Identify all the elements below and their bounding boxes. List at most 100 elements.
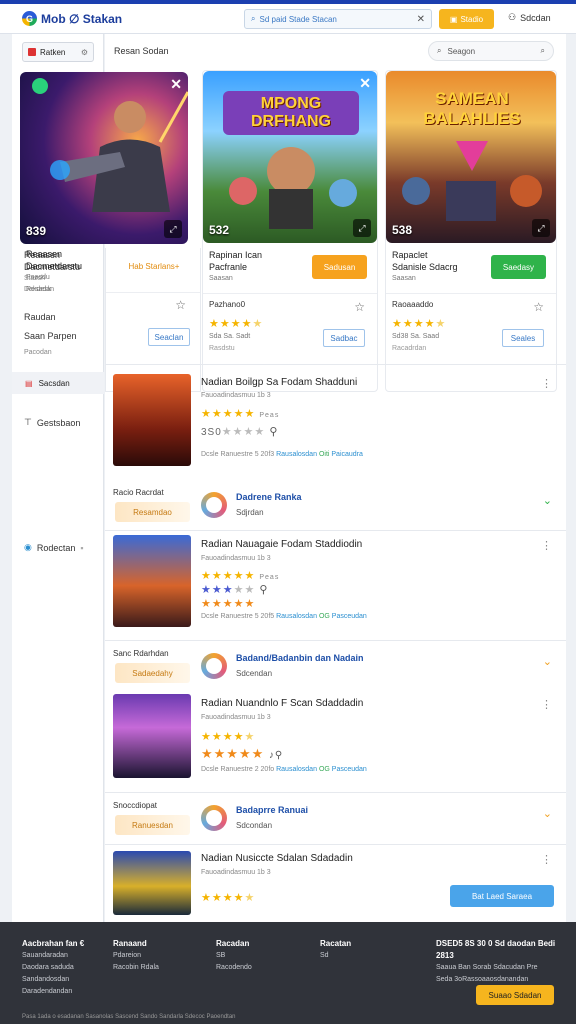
- list-item[interactable]: Radian Nauagaie Fodam Staddiodin Fauoadi…: [105, 530, 566, 640]
- main-panel: Resan Sodan ⌕ Seagon ⌕ 839 ⤢ ✕ Reaasen Da: [20, 34, 566, 922]
- star-rating: ★★★★★: [201, 731, 256, 743]
- chevron-down-icon[interactable]: ⌄: [543, 494, 552, 507]
- more-icon[interactable]: ⋮: [541, 698, 552, 711]
- pin-icon: ⚲: [269, 426, 279, 438]
- group-sub: Sdcendan: [236, 669, 273, 678]
- app-logo[interactable]: G Mob ∅ Stakan: [22, 11, 122, 26]
- bookmark-icon[interactable]: ☆: [175, 298, 186, 312]
- sidebar-filter[interactable]: Ratken ⚙: [22, 42, 94, 62]
- group-header[interactable]: Racio Racrdat Resamdao Dadrene Ranka Sdj…: [105, 480, 566, 532]
- more-icon[interactable]: ⋮: [541, 377, 552, 390]
- card-action-button[interactable]: Sadusan: [312, 255, 367, 279]
- card-meta: Sd38 Sa. Saad: [392, 333, 440, 340]
- group-tag[interactable]: Ranuesdan: [115, 815, 190, 835]
- game-thumbnail[interactable]: 839 ⤢ ✕: [20, 72, 188, 244]
- clear-icon[interactable]: ✕: [417, 14, 425, 25]
- star-rating: ★★★★★: [392, 318, 447, 330]
- row-title: Radian Nuandnlo F Scan Sdaddadin: [201, 698, 364, 709]
- row-meta: Dcsle Ranuestre 5 20f5 Rausalosdan OG Pa…: [201, 613, 367, 620]
- star-rating-alt: ★★★★★: [201, 598, 256, 610]
- card-label: Raoaaaddo: [392, 300, 434, 309]
- group-header[interactable]: Snoccdiopat Ranuesdan Badaprre Ranuai Sd…: [105, 792, 566, 844]
- game-thumbnail[interactable]: MPONG DRFHANG 532 ⤢ ✕: [203, 71, 377, 243]
- sidebar-item-label: Rodectan: [36, 542, 76, 553]
- row-meta: Dcsle Ranuestre 2 20fo Rausalosdan OG Pa…: [201, 766, 367, 773]
- list-item[interactable]: Nadian Boilgp Sa Fodam Shadduni Fauoadin…: [105, 364, 566, 478]
- card-name: Reaasen Dacmetdarstu: [26, 249, 83, 271]
- close-icon[interactable]: ✕: [359, 75, 371, 92]
- card-name: Rapinan Ican Pacfranle: [209, 250, 263, 272]
- footer-button[interactable]: Suaao Sdadan: [476, 985, 554, 1005]
- game-thumbnail[interactable]: [113, 851, 191, 915]
- more-icon[interactable]: ⋮: [541, 853, 552, 866]
- search-icon: ⌕: [251, 14, 256, 23]
- sidebar-item-gestsbaon[interactable]: ⊤ Gestsbaon: [24, 417, 80, 428]
- star-rating: ★★★★★: [201, 892, 256, 904]
- featured-card[interactable]: SAMEAN BALAHLIES 538 ⤢ Rapaclet Sdanisle …: [385, 70, 557, 392]
- magnifier-icon[interactable]: ⌕: [541, 46, 545, 56]
- sidebar-item-rodectan[interactable]: ◉ Rodectan ▪: [24, 542, 84, 553]
- logo-icon: G: [22, 11, 37, 26]
- footer-col: DSED5 8S 30 0 Sd daodan Bedi 2813 Saaua …: [436, 939, 556, 983]
- footer: Aacbrahan fan € Sauandaradan Daodara sad…: [0, 922, 576, 1024]
- row-sub: Fauoadindasmuu 1b 3: [201, 555, 271, 562]
- card-label: Pazhano0: [209, 300, 246, 309]
- pin-icon: ⊤: [24, 417, 32, 427]
- game-thumbnail[interactable]: [113, 535, 191, 627]
- global-search-input[interactable]: ⌕ Sd paid Stade Stacan ✕: [244, 9, 432, 29]
- footer-col: Ranaand Pdareion Racobin Rdala: [113, 939, 159, 971]
- group-title: Dadrene Ranka: [236, 492, 302, 502]
- card-small-button[interactable]: Sadbac: [323, 329, 365, 347]
- footer-legal: Pasa 1ada o esadanan Sasanolas Sascend S…: [22, 1014, 236, 1020]
- bookmark-icon[interactable]: ☆: [354, 300, 365, 314]
- row-sub: Fauoadindasmuu 1b 3: [201, 714, 271, 721]
- score-label: 538: [392, 223, 413, 237]
- app-title: Mob ∅ Stakan: [41, 11, 123, 26]
- expand-icon[interactable]: ⤢: [164, 220, 182, 238]
- star-rating: ★★★★★ Peas: [201, 408, 280, 420]
- more-icon[interactable]: ⋮: [541, 539, 552, 552]
- game-thumbnail[interactable]: [113, 374, 191, 466]
- header-action-button[interactable]: ▣ Stadio: [439, 9, 494, 29]
- row-title: Radian Nauagaie Fodam Staddiodin: [201, 539, 363, 550]
- list-item[interactable]: Nadian Nusiccte Sdalan Sdadadin Fauoadin…: [105, 844, 566, 922]
- app-header: G Mob ∅ Stakan ⌕ Sd paid Stade Stacan ✕ …: [0, 4, 576, 34]
- sidebar-item-label: Gestsbaon: [36, 417, 81, 428]
- game-thumbnail[interactable]: [113, 694, 191, 778]
- sliders-icon: ⚙: [80, 47, 88, 57]
- bookmark-icon[interactable]: ☆: [533, 300, 544, 314]
- star-rating: ★★★★★ Peas: [201, 570, 280, 582]
- row-action-button[interactable]: Bat Laed Saraea: [450, 885, 554, 907]
- divider: [203, 293, 377, 294]
- card-small-button[interactable]: Seaclan: [148, 328, 190, 346]
- card-sub: Poasdu: [26, 274, 50, 281]
- user-menu[interactable]: ⚇ Sdcdan: [508, 12, 551, 23]
- featured-card[interactable]: MPONG DRFHANG 532 ⤢ ✕ Rapinan Ican Pacfra…: [202, 70, 378, 392]
- main-search-input[interactable]: ⌕ Seagon ⌕: [428, 41, 554, 61]
- expand-icon[interactable]: ⤢: [353, 219, 371, 237]
- group-tag[interactable]: Sadaedahy: [115, 663, 190, 683]
- badge-icon: [201, 492, 227, 518]
- divider: [106, 292, 200, 293]
- card-sub: Saasan: [392, 275, 416, 282]
- hero-figure-icon: [32, 78, 188, 212]
- game-thumbnail[interactable]: SAMEAN BALAHLIES 538 ⤢: [386, 71, 556, 243]
- badge-icon: ▪: [80, 542, 84, 553]
- star-rating-alt: ★★★★★ ♪⚲: [201, 746, 284, 761]
- footer-col: Racatan Sd: [320, 939, 352, 959]
- chevron-down-icon[interactable]: ⌄: [543, 807, 552, 820]
- group-header[interactable]: Sanc Rdarhdan Sadaedahy Badand/Badanbin …: [105, 640, 566, 692]
- user-icon: ⚇: [508, 12, 517, 22]
- list-item[interactable]: Radian Nuandnlo F Scan Sdaddadin Fauoadi…: [105, 690, 566, 792]
- chevron-down-icon[interactable]: ⌄: [543, 655, 552, 668]
- card-action-button[interactable]: Hab Starlans+: [114, 254, 194, 278]
- card-small-button[interactable]: Seales: [502, 329, 544, 347]
- footer-col: Racadan SB Racodendo: [216, 939, 252, 971]
- group-tag[interactable]: Resamdao: [115, 502, 190, 522]
- close-icon[interactable]: ✕: [170, 76, 182, 93]
- expand-icon[interactable]: ⤢: [532, 219, 550, 237]
- search-icon: ⌕: [437, 46, 442, 55]
- group-sub: Sdjrdan: [236, 508, 264, 517]
- card-action-button[interactable]: Saedasy: [491, 255, 546, 279]
- group-title: Badand/Badanbin dan Nadain: [236, 653, 364, 663]
